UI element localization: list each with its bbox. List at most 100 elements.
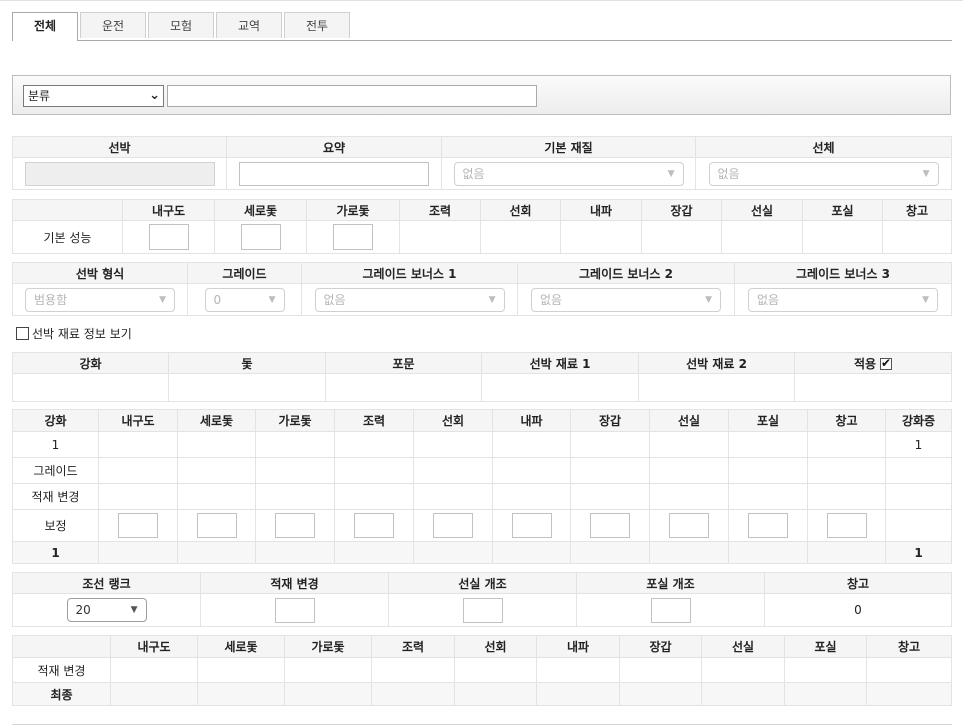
header-storage: 창고 — [807, 409, 886, 432]
hull-select[interactable]: 없음 ▼ — [708, 161, 939, 186]
apply-cell — [794, 373, 952, 402]
category-select-value: 분류 — [28, 89, 51, 103]
category-select[interactable]: 분류 ⌄ — [23, 85, 164, 107]
summary-field[interactable] — [239, 161, 429, 186]
table-row: 1 1 — [12, 431, 952, 458]
dropdown-arrow-icon: ▼ — [159, 294, 166, 305]
header-cannon-mod: 포실 개조 — [576, 572, 765, 594]
header-cannon: 포실 — [802, 199, 883, 221]
header-empty — [12, 635, 111, 658]
adjust-rowing-input[interactable] — [354, 513, 394, 538]
adjust-storage-input[interactable] — [826, 513, 867, 538]
grade-bonus-1-value: 없음 — [323, 292, 346, 307]
header-cabin: 선실 — [701, 635, 785, 658]
header-storage: 창고 — [764, 572, 952, 594]
header-grade: 그레이드 — [187, 262, 302, 284]
header-grade-bonus-3: 그레이드 보너스 3 — [734, 262, 952, 284]
row-value: 1 — [885, 541, 952, 564]
adjust-cabin-input[interactable] — [669, 513, 709, 538]
storage-value: 0 — [764, 593, 952, 627]
cabin-mod-input[interactable] — [462, 597, 503, 623]
ship-material-2-cell[interactable] — [638, 373, 795, 402]
table-row: 보정 — [12, 509, 952, 542]
final-table: 내구도 세로돛 가로돛 조력 선회 내파 장갑 선실 포실 창고 적재 변경 최… — [12, 635, 952, 706]
table-row: 1 1 — [12, 541, 952, 564]
tab-adventure[interactable]: 모험 — [148, 12, 214, 38]
header-cannon: 포실 — [784, 635, 867, 658]
ship-type-table: 선박 형식 그레이드 그레이드 보너스 1 그레이드 보너스 2 그레이드 보너… — [12, 262, 952, 316]
search-input[interactable] — [167, 85, 537, 107]
header-rowing: 조력 — [399, 199, 481, 221]
tab-sailing[interactable]: 운전 — [80, 12, 146, 38]
dropdown-arrow-icon: ▼ — [922, 168, 930, 179]
adjust-durability-input[interactable] — [118, 513, 158, 538]
header-turning: 선회 — [480, 199, 561, 221]
adjust-turning-input[interactable] — [433, 513, 473, 538]
row-label: 최종 — [12, 682, 111, 706]
cannon-mod-input[interactable] — [650, 597, 691, 623]
material-info-checkbox[interactable] — [16, 327, 29, 340]
header-horizontal-sail: 가로돛 — [284, 635, 372, 658]
header-ship-type: 선박 형식 — [12, 262, 188, 284]
dropdown-arrow-icon: ▼ — [488, 294, 496, 305]
bottom-divider — [12, 724, 952, 725]
header-vertical-sail: 세로돛 — [177, 409, 256, 432]
header-cabin: 선실 — [649, 409, 729, 432]
adjust-wave-resistance-input[interactable] — [511, 513, 552, 538]
hull-value: 없음 — [717, 166, 740, 181]
base-material-select[interactable]: 없음 ▼ — [453, 161, 684, 186]
adjust-armor-input[interactable] — [590, 513, 630, 538]
adjust-vertical-sail-input[interactable] — [196, 513, 237, 538]
header-horizontal-sail: 가로돛 — [306, 199, 400, 221]
header-wave-resistance: 내파 — [560, 199, 642, 221]
build-rank-select[interactable]: 20 ▼ — [66, 598, 147, 622]
grade-bonus-1-select[interactable]: 없음 ▼ — [314, 287, 505, 312]
cargo-change-input[interactable] — [274, 597, 315, 623]
header-armor: 장갑 — [619, 635, 702, 658]
grade-bonus-3-select[interactable]: 없음 ▼ — [748, 287, 938, 312]
ship-material-1-cell[interactable] — [481, 373, 639, 402]
adjust-cannon-input[interactable] — [748, 513, 788, 538]
header-base-material: 기본 재질 — [441, 136, 696, 158]
ship-name-field — [24, 161, 215, 186]
ship-type-select[interactable]: 범용함 ▼ — [25, 287, 175, 312]
row-label: 그레이드 — [12, 457, 99, 484]
ship-info-table: 선박 요약 기본 재질 선체 없음 ▼ 없음 ▼ — [12, 136, 952, 190]
grade-select[interactable]: 0 ▼ — [204, 287, 285, 312]
tab-battle[interactable]: 전투 — [284, 12, 350, 38]
header-reinforce-increase: 강화증 — [885, 409, 952, 432]
header-rowing: 조력 — [371, 635, 455, 658]
vertical-sail-input[interactable] — [240, 224, 281, 250]
reinforce-cell[interactable] — [12, 373, 169, 402]
header-apply: 적용 ✔ — [794, 352, 952, 374]
row-label-base-perf: 기본 성능 — [12, 220, 123, 254]
header-turning: 선회 — [413, 409, 493, 432]
row-label: 적재 변경 — [12, 657, 111, 683]
header-build-rank: 조선 랭크 — [12, 572, 201, 594]
adjust-horizontal-sail-input[interactable] — [275, 513, 315, 538]
header-wave-resistance: 내파 — [536, 635, 620, 658]
horizontal-sail-input[interactable] — [333, 224, 373, 250]
row-label: 보정 — [12, 509, 99, 542]
header-cargo-change: 적재 변경 — [200, 572, 389, 594]
filter-bar: 분류 ⌄ — [12, 75, 951, 115]
tab-trade[interactable]: 교역 — [216, 12, 282, 38]
header-reinforce: 강화 — [12, 352, 169, 374]
gunport-cell[interactable] — [325, 373, 482, 402]
material-info-toggle[interactable]: 선박 재료 정보 보기 — [16, 326, 132, 342]
chevron-down-icon: ⌄ — [149, 88, 160, 103]
build-table: 조선 랭크 적재 변경 선실 개조 포실 개조 창고 20 ▼ 0 — [12, 572, 952, 627]
tab-all[interactable]: 전체 — [12, 12, 78, 41]
header-reinforce: 강화 — [12, 409, 99, 432]
dropdown-arrow-icon: ▼ — [130, 605, 138, 615]
apply-checkbox[interactable]: ✔ — [880, 356, 893, 370]
durability-input[interactable] — [148, 224, 189, 250]
grade-bonus-2-select[interactable]: 없음 ▼ — [531, 287, 721, 312]
header-sail: 돛 — [168, 352, 326, 374]
header-vertical-sail: 세로돛 — [197, 635, 285, 658]
sail-cell[interactable] — [168, 373, 326, 402]
header-cannon: 포실 — [728, 409, 808, 432]
header-cabin-mod: 선실 개조 — [388, 572, 577, 594]
header-vertical-sail: 세로돛 — [214, 199, 307, 221]
header-wave-resistance: 내파 — [492, 409, 571, 432]
